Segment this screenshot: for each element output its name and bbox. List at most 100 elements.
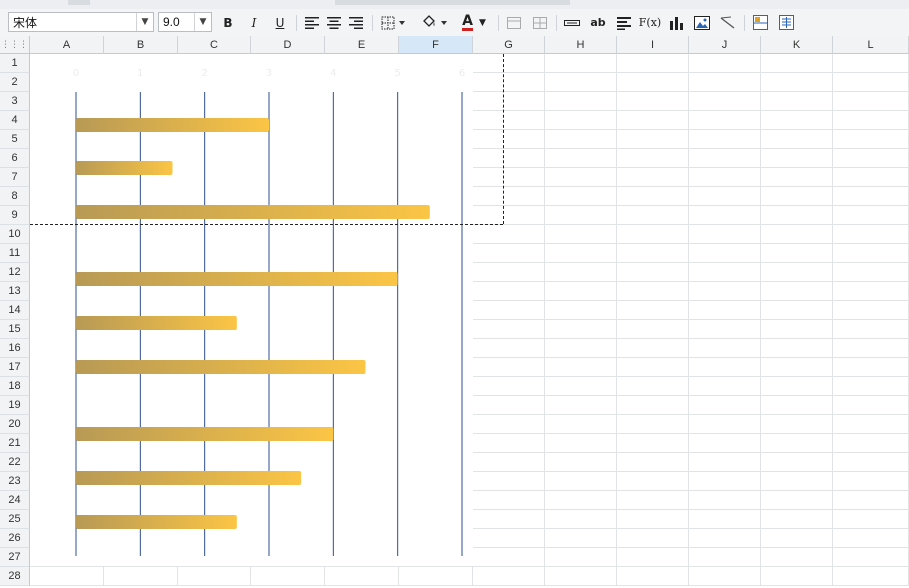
- report-settings-button[interactable]: [776, 9, 796, 36]
- column-gridline: [832, 54, 833, 586]
- column-header-i[interactable]: I: [617, 36, 689, 54]
- fill-color-button[interactable]: [418, 9, 452, 36]
- align-center-icon: [327, 16, 341, 29]
- x-tick-label: 1: [137, 68, 143, 79]
- row-gridline: [30, 566, 909, 567]
- row-header-16[interactable]: 16: [0, 339, 30, 358]
- page-break-line: [30, 224, 503, 225]
- chevron-down-icon: ▼: [478, 17, 486, 28]
- image-icon: [694, 15, 710, 30]
- row-header-2[interactable]: 2: [0, 73, 30, 92]
- row-header-9[interactable]: 9: [0, 206, 30, 225]
- row-header-3[interactable]: 3: [0, 92, 30, 111]
- select-all-corner[interactable]: ⋮⋮⋮: [0, 36, 30, 54]
- font-name-select[interactable]: 宋体 ▼: [8, 12, 154, 32]
- row-header-1[interactable]: 1: [0, 54, 30, 73]
- column-header-g[interactable]: G: [473, 36, 545, 54]
- font-name-value: 宋体: [13, 15, 38, 30]
- row-header-12[interactable]: 12: [0, 263, 30, 282]
- row-header-25[interactable]: 25: [0, 510, 30, 529]
- text-box-button[interactable]: [562, 9, 582, 36]
- top-strip: [0, 0, 909, 9]
- column-header-c[interactable]: C: [178, 36, 251, 54]
- column-gridline: [616, 54, 617, 586]
- column-gridline: [760, 54, 761, 586]
- row-header-19[interactable]: 19: [0, 396, 30, 415]
- paint-bucket-icon: [423, 14, 447, 27]
- column-header-a[interactable]: A: [30, 36, 104, 54]
- align-right-button[interactable]: [346, 9, 366, 36]
- column-header-f[interactable]: F: [399, 36, 473, 54]
- row-header-23[interactable]: 23: [0, 472, 30, 491]
- column-header-k[interactable]: K: [761, 36, 833, 54]
- column-header-b[interactable]: B: [104, 36, 178, 54]
- text-format-button[interactable]: ab: [588, 9, 608, 36]
- row-header-21[interactable]: 21: [0, 434, 30, 453]
- row-header-13[interactable]: 13: [0, 282, 30, 301]
- toolbar: 宋体 ▼ 9.0 ▼ B I U A ▼ ab F(x): [0, 9, 909, 37]
- merge-cells-icon: [507, 16, 521, 29]
- column-gridline: [688, 54, 689, 586]
- bar-chart: 0 1 2 3 4 5 6: [73, 68, 465, 556]
- draw-line-button[interactable]: [718, 9, 738, 36]
- align-right-icon: [349, 16, 363, 29]
- row-header-17[interactable]: 17: [0, 358, 30, 377]
- row-header-26[interactable]: 26: [0, 529, 30, 548]
- bar: [76, 515, 237, 529]
- separator: [372, 15, 373, 31]
- row-header-20[interactable]: 20: [0, 415, 30, 434]
- column-header-e[interactable]: E: [325, 36, 399, 54]
- row-header-7[interactable]: 7: [0, 168, 30, 187]
- chevron-down-icon[interactable]: ▼: [194, 13, 211, 31]
- row-header-4[interactable]: 4: [0, 111, 30, 130]
- underline-button[interactable]: U: [270, 9, 290, 36]
- font-color-letter: A: [462, 12, 473, 31]
- wrap-text-button[interactable]: [614, 9, 634, 36]
- insert-image-button[interactable]: [692, 9, 712, 36]
- chevron-down-icon[interactable]: ▼: [136, 13, 153, 31]
- row-header-11[interactable]: 11: [0, 244, 30, 263]
- formula-button[interactable]: F(x): [638, 9, 662, 36]
- x-tick-label: 5: [394, 68, 400, 79]
- bar: [76, 272, 398, 286]
- font-size-value: 9.0: [163, 15, 180, 29]
- split-cells-button[interactable]: [530, 9, 550, 36]
- row-header-15[interactable]: 15: [0, 320, 30, 339]
- separator: [498, 15, 499, 31]
- separator: [296, 15, 297, 31]
- row-header-5[interactable]: 5: [0, 130, 30, 149]
- row-header-18[interactable]: 18: [0, 377, 30, 396]
- align-left-button[interactable]: [302, 9, 322, 36]
- row-header-8[interactable]: 8: [0, 187, 30, 206]
- font-size-select[interactable]: 9.0 ▼: [158, 12, 212, 32]
- italic-button[interactable]: I: [244, 9, 264, 36]
- row-header-14[interactable]: 14: [0, 301, 30, 320]
- bar-chart-icon: [669, 17, 683, 30]
- font-color-button[interactable]: A ▼: [456, 9, 492, 36]
- insert-chart-button[interactable]: [666, 9, 686, 36]
- bar: [76, 205, 430, 219]
- separator: [744, 15, 745, 31]
- row-header-27[interactable]: 27: [0, 548, 30, 567]
- split-cells-icon: [533, 16, 547, 29]
- freeze-panes-button[interactable]: [750, 9, 770, 36]
- row-header-22[interactable]: 22: [0, 453, 30, 472]
- bold-button[interactable]: B: [218, 9, 238, 36]
- tab-marker-active: [335, 0, 570, 5]
- align-center-button[interactable]: [324, 9, 344, 36]
- merge-cells-button[interactable]: [504, 9, 524, 36]
- chart-area[interactable]: 0 1 2 3 4 5 6: [30, 54, 473, 566]
- row-header-10[interactable]: 10: [0, 225, 30, 244]
- x-tick-label: 0: [73, 68, 79, 79]
- row-header-24[interactable]: 24: [0, 491, 30, 510]
- row-header-28[interactable]: 28: [0, 567, 30, 586]
- column-header-d[interactable]: D: [251, 36, 325, 54]
- column-header-l[interactable]: L: [833, 36, 909, 54]
- x-tick-label: 4: [330, 68, 336, 79]
- column-header-h[interactable]: H: [545, 36, 617, 54]
- wrap-text-icon: [617, 16, 631, 30]
- borders-button[interactable]: [378, 9, 410, 36]
- bar: [76, 360, 366, 374]
- column-header-j[interactable]: J: [689, 36, 761, 54]
- row-header-6[interactable]: 6: [0, 149, 30, 168]
